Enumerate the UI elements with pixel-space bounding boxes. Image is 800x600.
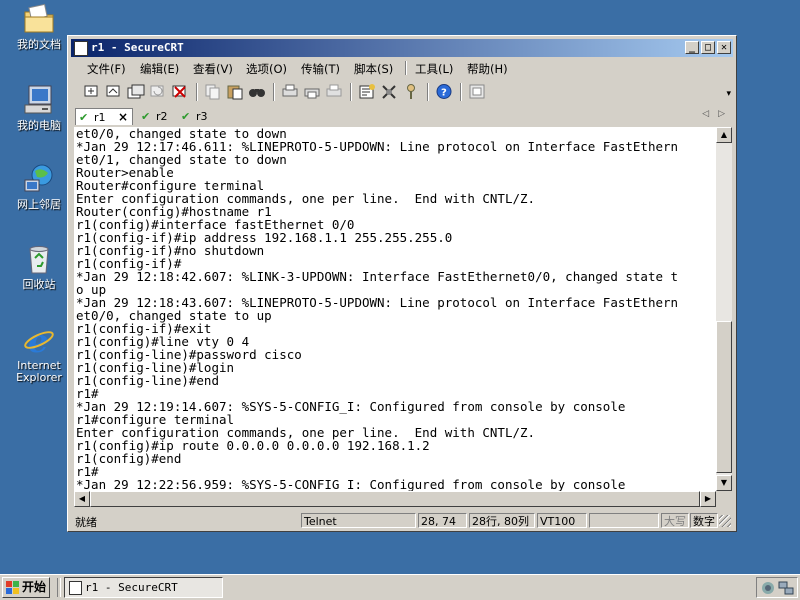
network-status-icon[interactable] bbox=[760, 580, 776, 596]
status-ready: 就绪 bbox=[75, 516, 97, 529]
connect-icon[interactable] bbox=[83, 83, 101, 100]
log-session-icon[interactable] bbox=[468, 83, 486, 100]
menu-edit[interactable]: 编辑(E) bbox=[140, 61, 179, 77]
menu-script[interactable]: 脚本(S) bbox=[354, 61, 393, 77]
toolbar-separator bbox=[196, 83, 198, 101]
menu-view[interactable]: 查看(V) bbox=[193, 61, 233, 77]
tab-scroll-left-icon[interactable]: ◁ bbox=[702, 109, 709, 119]
tab-scroll-right-icon[interactable]: ▷ bbox=[718, 109, 725, 119]
toolbar: ? ▾ bbox=[71, 79, 733, 105]
terminal-line: *Jan 29 12:22:56.959: %SYS-5-CONFIG_I: C… bbox=[76, 477, 626, 491]
scroll-left-arrow-icon[interactable]: ◀ bbox=[74, 491, 90, 507]
computer-icon bbox=[22, 83, 56, 117]
terminal-output[interactable]: et0/0, changed state to down *Jan 29 12:1… bbox=[74, 127, 716, 491]
tab-r1[interactable]: ✔ r1 × bbox=[75, 108, 133, 125]
taskbar: 开始 r1 - SecureCRT bbox=[0, 574, 800, 600]
horizontal-scroll-thumb[interactable] bbox=[90, 491, 700, 507]
status-empty-field bbox=[589, 513, 659, 528]
app-icon bbox=[74, 41, 88, 56]
status-protocol: Telnet bbox=[301, 513, 416, 528]
taskbar-separator bbox=[57, 578, 61, 597]
windows-logo-icon bbox=[6, 581, 19, 594]
horizontal-scrollbar[interactable]: ◀ ▶ bbox=[74, 491, 716, 507]
menu-tools[interactable]: 工具(L) bbox=[415, 61, 453, 77]
menu-help[interactable]: 帮助(H) bbox=[467, 61, 508, 77]
status-cursor-position: 28, 74 bbox=[418, 513, 467, 528]
network-connection-icon[interactable] bbox=[778, 580, 794, 596]
connected-check-icon: ✔ bbox=[141, 110, 151, 123]
svg-text:e: e bbox=[28, 323, 48, 357]
folder-icon bbox=[22, 2, 56, 36]
scroll-down-arrow-icon[interactable]: ▼ bbox=[716, 475, 732, 491]
tab-label: r1 bbox=[94, 111, 106, 124]
global-options-icon[interactable] bbox=[380, 83, 398, 100]
scroll-right-arrow-icon[interactable]: ▶ bbox=[700, 491, 716, 507]
scroll-up-arrow-icon[interactable]: ▲ bbox=[716, 127, 732, 143]
copy-icon[interactable] bbox=[204, 83, 222, 100]
menu-bar: 文件(F) 编辑(E) 查看(V) 选项(O) 传输(T) 脚本(S) 工具(L… bbox=[71, 58, 733, 78]
svg-text:?: ? bbox=[441, 88, 447, 99]
resize-grip-icon[interactable] bbox=[719, 515, 731, 527]
system-tray bbox=[756, 577, 798, 598]
menu-transfer[interactable]: 传输(T) bbox=[301, 61, 340, 77]
maximize-button[interactable]: □ bbox=[701, 41, 715, 54]
connected-check-icon: ✔ bbox=[79, 111, 89, 124]
connected-check-icon: ✔ bbox=[181, 110, 191, 123]
network-globe-icon bbox=[22, 162, 56, 196]
help-icon[interactable]: ? bbox=[435, 83, 453, 100]
terminal-line: *Jan 29 12:18:42.607: %LINK-3-UPDOWN: In… bbox=[76, 269, 679, 284]
minimize-button[interactable]: _ bbox=[685, 41, 699, 54]
print-icon[interactable] bbox=[325, 83, 343, 100]
tab-label: r2 bbox=[156, 110, 168, 123]
status-num-lock: 数字 bbox=[690, 513, 718, 528]
tab-r2[interactable]: ✔ r2 bbox=[138, 108, 176, 125]
vertical-scrollbar[interactable]: ▲ ▼ bbox=[716, 127, 732, 491]
tab-r3[interactable]: ✔ r3 bbox=[178, 108, 216, 125]
status-terminal-size: 28行, 80列 bbox=[469, 513, 535, 528]
session-tab-bar: ✔ r1 × ✔ r2 ✔ r3 ◁ ▷ bbox=[71, 106, 733, 126]
status-emulation: VT100 bbox=[537, 513, 587, 528]
internet-explorer-icon: e bbox=[22, 322, 56, 360]
start-button[interactable]: 开始 bbox=[2, 577, 50, 598]
disconnect-icon[interactable] bbox=[171, 83, 189, 100]
paste-icon[interactable] bbox=[226, 83, 244, 100]
toolbar-separator bbox=[273, 83, 275, 101]
securecrt-window: r1 - SecureCRT _ □ ✕ 文件(F) 编辑(E) 查看(V) 选… bbox=[67, 35, 737, 532]
start-label: 开始 bbox=[22, 580, 47, 594]
app-icon bbox=[69, 581, 82, 595]
tab-label: r3 bbox=[196, 110, 208, 123]
find-icon[interactable] bbox=[248, 83, 266, 100]
connect-tab-icon[interactable] bbox=[127, 83, 145, 100]
menu-file[interactable]: 文件(F) bbox=[87, 61, 126, 77]
vertical-scroll-thumb[interactable] bbox=[716, 321, 732, 473]
toolbar-separator bbox=[427, 83, 429, 101]
toolbar-separator bbox=[460, 83, 462, 101]
status-caps-lock: 大写 bbox=[661, 513, 689, 528]
window-title: r1 - SecureCRT bbox=[91, 41, 184, 54]
recycle-bin-icon bbox=[22, 242, 56, 276]
close-button[interactable]: ✕ bbox=[717, 41, 731, 54]
close-tab-icon[interactable]: × bbox=[118, 109, 128, 126]
taskbar-item-label: r1 - SecureCRT bbox=[85, 581, 178, 594]
status-bar: 就绪 Telnet 28, 74 28行, 80列 VT100 大写 数字 bbox=[71, 511, 733, 529]
quick-connect-icon[interactable] bbox=[105, 83, 123, 100]
print-setup-icon[interactable] bbox=[281, 83, 299, 100]
session-options-icon[interactable] bbox=[358, 83, 376, 100]
print-selection-icon[interactable] bbox=[303, 83, 321, 100]
toolbar-separator bbox=[350, 83, 352, 101]
menu-separator bbox=[405, 61, 407, 75]
title-bar[interactable]: r1 - SecureCRT _ □ ✕ bbox=[71, 39, 733, 57]
toolbar-overflow-chevron-icon[interactable]: ▾ bbox=[726, 89, 731, 99]
menu-options[interactable]: 选项(O) bbox=[246, 61, 287, 77]
reconnect-icon[interactable] bbox=[149, 83, 167, 100]
taskbar-item-securecrt[interactable]: r1 - SecureCRT bbox=[64, 577, 223, 598]
keymap-icon[interactable] bbox=[402, 83, 420, 100]
